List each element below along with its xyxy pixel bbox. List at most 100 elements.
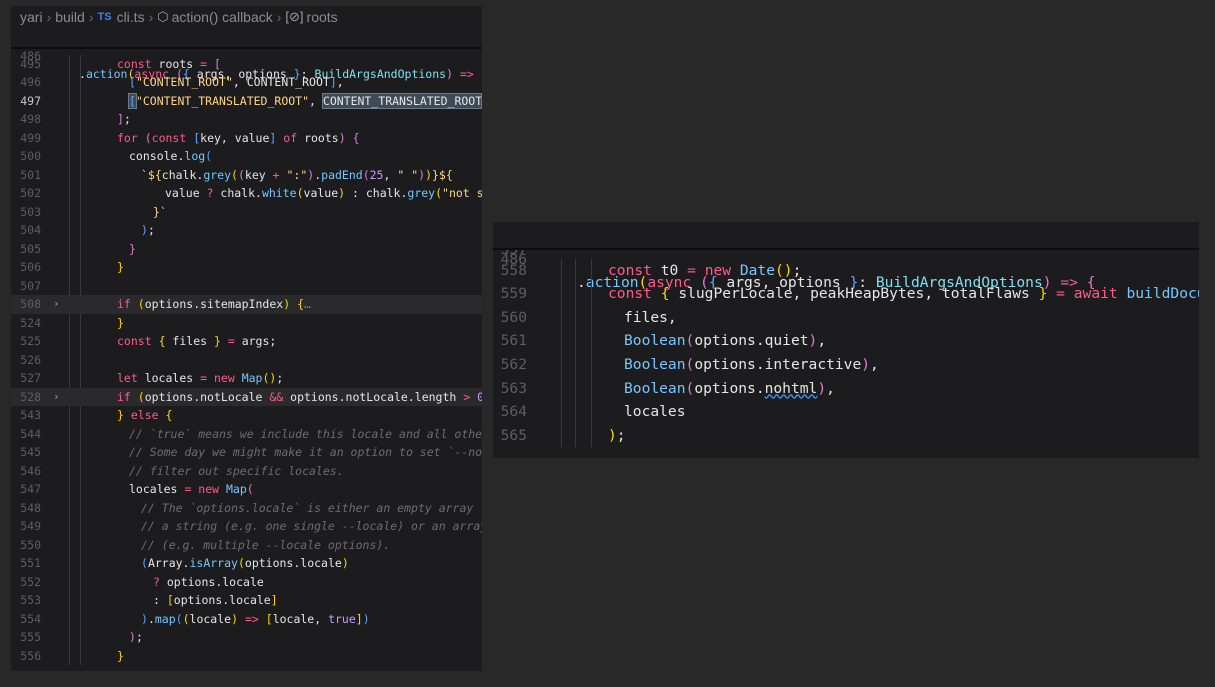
code-line[interactable]: 548 // The `options.locale` is either an … [11,499,482,518]
line-number: 498 [20,112,41,126]
code-area[interactable]: 486 .action(async ({ args, options }: Bu… [11,28,482,665]
code-line[interactable]: 502 value ? chalk.white(value) : chalk.gr… [11,184,482,203]
code-line[interactable]: 524} [11,314,482,333]
chevron-right-icon[interactable]: › [53,388,60,407]
breadcrumb-item-symbol[interactable]: roots [307,9,338,25]
code-line[interactable]: 559 const { slugPerLocale, peakHeapBytes,… [493,282,1199,306]
code-text: for (const [key, value] of roots) { [117,130,360,145]
breadcrumb-item-file[interactable]: cli.ts [117,9,145,25]
code-line[interactable]: 547 locales = new Map( [11,480,482,499]
code-line[interactable]: 506} [11,258,482,277]
line-number: 504 [20,223,41,237]
code-text: } [117,648,124,663]
line-number: 501 [20,167,41,182]
line-number: 546 [20,463,41,478]
chevron-right-icon[interactable]: › [53,295,60,314]
code-line[interactable]: 563 Boolean(options.nohtml), [493,377,1199,401]
code-line[interactable]: 553 : [options.locale] [11,591,482,610]
code-line[interactable]: 526 [11,351,482,370]
code-comment: // filter out specific locales. [129,463,344,478]
code-line[interactable]: 554 ).map((locale) => [locale, true]) [11,610,482,629]
breadcrumb-item-root[interactable]: yari [20,9,43,25]
line-number: 564 [500,403,527,421]
code-line[interactable]: 551 (Array.isArray(options.locale) [11,554,482,573]
line-number: 554 [20,611,41,626]
line-number: 497 [20,93,41,108]
code-line-folded[interactable]: 508 › if (options.sitemapIndex) {… [11,295,482,314]
code-text: files, [624,308,677,326]
code-text: } [117,315,124,330]
code-line[interactable]: 507 [11,277,482,296]
code-text: Boolean(options.interactive), [624,355,879,373]
code-line[interactable]: 564 locales [493,400,1199,424]
code-line[interactable]: 565); [493,424,1199,448]
line-number: 505 [20,241,41,256]
code-line[interactable]: 549 // a string (e.g. one single --locale… [11,517,482,536]
code-line[interactable]: 561 Boolean(options.quiet), [493,329,1199,353]
code-line[interactable]: 501 `${chalk.grey((key + ":").padEnd(25, … [11,166,482,185]
code-line[interactable]: 497 ["CONTENT_TRANSLATED_ROOT", CONTENT_T… [11,92,482,111]
code-line[interactable]: 500 console.log( [11,147,482,166]
line-number: 553 [20,593,41,607]
line-number: 528 [20,389,41,404]
code-line[interactable]: 555); [11,628,482,647]
code-text: locales [624,403,686,421]
line-number: 499 [20,130,41,145]
line-number: 560 [500,308,527,326]
code-line[interactable]: 499 for (const [key, value] of roots) { [11,129,482,148]
breadcrumb: yari › build › TS cli.ts › ⬡ action() ca… [11,6,482,28]
code-line[interactable]: 505} [11,240,482,259]
code-text: } [129,241,136,256]
code-text: (Array.isArray(options.locale) [141,556,349,570]
code-line[interactable]: 544 // `true` means we include this local… [11,425,482,444]
code-text: ).map((locale) => [locale, true]) [141,611,370,626]
chevron-right-icon: › [148,9,154,25]
code-text: locales = new Map( [129,482,254,496]
code-text: let locales = new Map(); [117,371,284,385]
code-line[interactable]: 552 ? options.locale [11,573,482,592]
code-line[interactable]: 498]; [11,110,482,129]
code-line[interactable]: 546 // filter out specific locales. [11,462,482,481]
code-text: ); [141,223,155,237]
code-text: : [options.locale] [153,593,278,607]
line-number: 556 [20,648,41,663]
code-line[interactable]: 527 let locales = new Map(); [11,369,482,388]
chevron-right-icon: › [88,9,94,25]
code-line[interactable]: 495 const roots = [ [11,55,482,74]
code-line[interactable]: 504); [11,221,482,240]
code-comment: // (e.g. multiple --locale options). [141,537,391,552]
code-text: ? options.locale [153,574,264,589]
sticky-scroll-line[interactable]: 486 .action(async ({ args, options }: Bu… [11,28,482,81]
code-line[interactable]: 503}` [11,203,482,222]
code-line[interactable]: 558 const t0 = new Date(); [493,259,1199,283]
code-area[interactable]: 486 .action(async ({ args, options }: Bu… [493,222,1199,448]
code-line[interactable]: 525 const { files } = args; [11,332,482,351]
breadcrumb-item-folder[interactable]: build [55,9,85,25]
line-number: 506 [20,260,41,274]
line-number: 503 [20,204,41,219]
code-text: ["CONTENT_ROOT", CONTENT_ROOT], [129,75,344,89]
code-text: Boolean(options.quiet), [624,332,827,350]
line-number: 526 [20,352,41,367]
code-line[interactable]: 496 ["CONTENT_ROOT", CONTENT_ROOT], [11,73,482,92]
code-text: ["CONTENT_TRANSLATED_ROOT", CONTENT_TRAN… [128,92,482,111]
code-line-folded[interactable]: 528 › if (options.notLocale && options.not… [11,387,482,407]
line-number: 545 [20,445,41,459]
code-line[interactable]: 556} [11,647,482,666]
code-text: const t0 = new Date(); [608,261,802,279]
code-text: } else { [117,408,173,422]
line-number: 500 [20,149,41,163]
code-line[interactable]: 562 Boolean(options.interactive), [493,353,1199,377]
code-line[interactable]: 545 // Some day we might make it an optio… [11,443,482,462]
code-text: const { slugPerLocale, peakHeapBytes, to… [608,285,1199,303]
code-line[interactable]: 560 files, [493,306,1199,330]
line-number: 558 [500,261,527,279]
code-line[interactable]: 550 // (e.g. multiple --locale options). [11,536,482,555]
breadcrumb-item-function[interactable]: action() callback [172,9,273,25]
line-number: 557 [497,250,527,259]
sticky-scroll-line[interactable]: 486 .action(async ({ args, options }: Bu… [493,224,1199,291]
code-line[interactable]: 543 } else { [11,406,482,425]
line-number: 543 [20,408,41,422]
line-number: 552 [20,574,41,589]
code-text: ]; [117,112,131,126]
